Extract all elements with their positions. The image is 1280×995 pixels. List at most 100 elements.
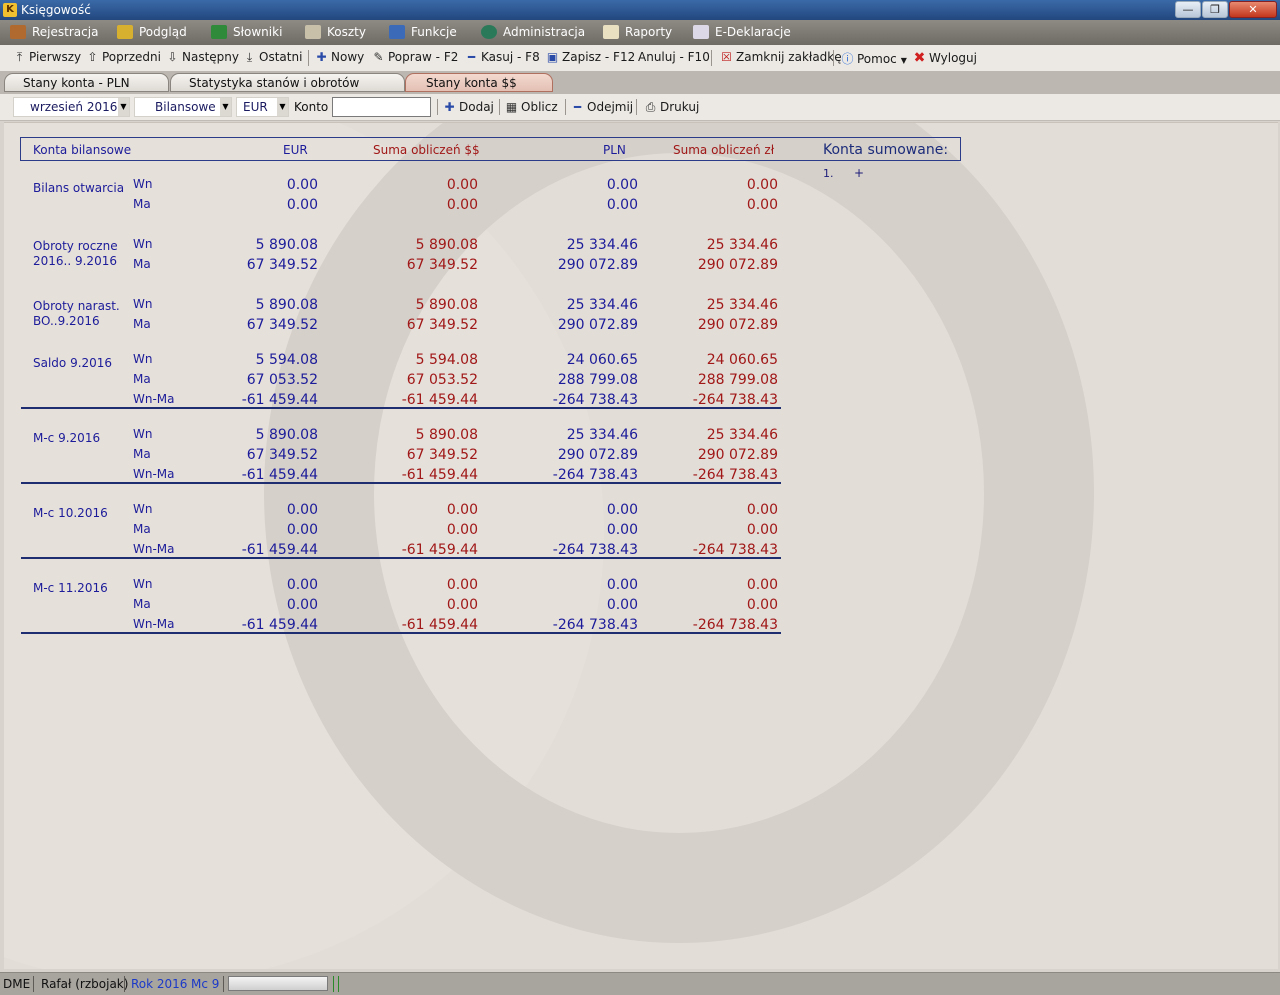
tab-label: Statystyka stanów i obrotów xyxy=(189,76,360,90)
delete-label: Kasuj - F8 xyxy=(481,50,540,64)
pln-value: 24 060.65 xyxy=(566,352,638,368)
side-label: Wn-Ma xyxy=(133,542,175,556)
status-month: Mc 9 xyxy=(191,977,220,991)
status-separator xyxy=(124,976,125,992)
status-app: DME xyxy=(3,977,31,991)
side-label: Wn xyxy=(133,427,153,441)
menu-e-deklaracje[interactable]: E-Deklaracje xyxy=(693,20,791,45)
sum-pln-value: -264 738.43 xyxy=(692,392,778,408)
delete-button[interactable]: ━ Kasuj - F8 xyxy=(465,50,540,64)
filter-separator xyxy=(437,99,438,115)
sum-pln-value: 0.00 xyxy=(746,522,778,538)
menu-koszty[interactable]: Koszty xyxy=(305,20,366,45)
side-label: Ma xyxy=(133,522,151,536)
header-eur: EUR xyxy=(283,143,308,157)
eur-value: 5 890.08 xyxy=(255,427,318,443)
arrow-first-icon: ⤒ xyxy=(16,50,23,64)
month-select[interactable]: wrzesień 2016 ▼ xyxy=(13,97,130,117)
arrow-last-icon: ⤓ xyxy=(246,50,253,64)
eur-value: 0.00 xyxy=(286,177,318,193)
subtract-button[interactable]: ━ Odejmij xyxy=(571,100,633,114)
edit-button[interactable]: ✎ Popraw - F2 xyxy=(372,50,458,64)
group-divider xyxy=(21,482,781,484)
eur-value: -61 459.44 xyxy=(241,617,318,633)
menu-label: Podgląd xyxy=(139,25,187,39)
currency-select[interactable]: EUR ▼ xyxy=(236,97,289,117)
sum-eur-value: 0.00 xyxy=(446,597,478,613)
book-icon xyxy=(117,25,133,39)
pln-value: 0.00 xyxy=(606,577,638,593)
cancel-label: Anuluj - F10 xyxy=(638,50,710,64)
add-button[interactable]: ✚ Dodaj xyxy=(443,100,494,114)
eur-value: 5 890.08 xyxy=(255,237,318,253)
group-divider xyxy=(21,407,781,409)
minus-icon: ━ xyxy=(467,50,476,64)
side-label: Ma xyxy=(133,257,151,271)
tab-label: Stany konta - PLN xyxy=(23,76,130,90)
group-label-line: Saldo 9.2016 xyxy=(33,356,113,370)
sum-eur-value: 0.00 xyxy=(446,577,478,593)
help-button[interactable]: ⓘ Pomoc ▼ xyxy=(841,50,906,67)
side-label: Ma xyxy=(133,372,151,386)
add-label: Dodaj xyxy=(459,100,494,114)
toolbar-separator xyxy=(833,50,834,66)
close-tab-button[interactable]: ☒ Zamknij zakładkę xyxy=(720,50,842,64)
tab-stany-konta-pln[interactable]: Stany konta - PLN xyxy=(4,73,169,92)
next-button[interactable]: ⇩ Następny xyxy=(166,50,239,64)
menu-rejestracja[interactable]: Rejestracja xyxy=(10,20,98,45)
menu-funkcje[interactable]: Funkcje xyxy=(389,20,457,45)
group-label: Obroty roczne 2016.. 9.2016 xyxy=(33,239,118,269)
tab-statystyka[interactable]: Statystyka stanów i obrotów xyxy=(170,73,405,92)
menu-raporty[interactable]: Raporty xyxy=(603,20,672,45)
sum-pln-value: 0.00 xyxy=(746,502,778,518)
new-label: Nowy xyxy=(331,50,365,64)
tab-stany-konta-dolar[interactable]: Stany konta $$ xyxy=(405,73,553,92)
toolbar-separator xyxy=(711,50,712,66)
last-button[interactable]: ⤓ Ostatni xyxy=(243,50,303,65)
header-sum-pln: Suma obliczeń zł xyxy=(673,143,775,157)
maximize-button[interactable]: ❐ xyxy=(1202,1,1228,18)
prev-button[interactable]: ⇧ Poprzedni xyxy=(86,50,160,64)
header-sum-eur: Suma obliczeń $$ xyxy=(373,143,480,157)
type-select[interactable]: Bilansowe ▼ xyxy=(134,97,232,117)
group-label-line: Obroty roczne xyxy=(33,239,118,253)
menu-administracja[interactable]: Administracja xyxy=(481,20,585,45)
side-label: Ma xyxy=(133,597,151,611)
menu-podglad[interactable]: Podgląd xyxy=(117,20,187,45)
sum-eur-value: 5 890.08 xyxy=(415,427,478,443)
status-separator xyxy=(338,976,339,992)
konto-label: Konto xyxy=(294,100,329,114)
minimize-button[interactable]: — xyxy=(1175,1,1201,18)
eur-value: 67 349.52 xyxy=(246,257,318,273)
konto-input[interactable] xyxy=(332,97,431,117)
pln-value: 0.00 xyxy=(606,197,638,213)
eur-value: 0.00 xyxy=(286,577,318,593)
logout-button[interactable]: ✖ Wyloguj xyxy=(913,50,977,66)
sum-eur-value: -61 459.44 xyxy=(401,542,478,558)
group-label-line: M-c 10.2016 xyxy=(33,506,108,520)
side-label: Wn xyxy=(133,352,153,366)
konta-sumowane-add[interactable]: + xyxy=(854,166,864,180)
cancel-button[interactable]: Anuluj - F10 xyxy=(638,50,710,64)
sum-eur-value: 0.00 xyxy=(446,502,478,518)
main-menu: Rejestracja Podgląd Słowniki Koszty Funk… xyxy=(0,20,1280,45)
print-button[interactable]: ⎙ Drukuj xyxy=(644,100,700,115)
close-button[interactable]: ✕ xyxy=(1229,1,1277,18)
arrow-down-icon: ⇩ xyxy=(167,50,178,64)
sum-eur-value: 0.00 xyxy=(446,197,478,213)
save-button[interactable]: ▣ Zapisz - F12 xyxy=(546,50,635,64)
type-value: Bilansowe xyxy=(155,100,216,114)
sum-pln-value: -264 738.43 xyxy=(692,542,778,558)
first-button[interactable]: ⤒ Pierwszy xyxy=(13,50,81,65)
status-user: Rafał (rzbojak) xyxy=(41,977,129,991)
new-button[interactable]: ✚ Nowy xyxy=(315,50,364,64)
sum-pln-value: 25 334.46 xyxy=(706,237,778,253)
side-label: Wn xyxy=(133,577,153,591)
status-separator xyxy=(33,976,34,992)
logout-label: Wyloguj xyxy=(929,51,977,65)
pln-value: 25 334.46 xyxy=(566,297,638,313)
sum-pln-value: 25 334.46 xyxy=(706,297,778,313)
menu-label: E-Deklaracje xyxy=(715,25,791,39)
menu-slowniki[interactable]: Słowniki xyxy=(211,20,282,45)
calc-button[interactable]: ▦ Oblicz xyxy=(505,100,558,114)
